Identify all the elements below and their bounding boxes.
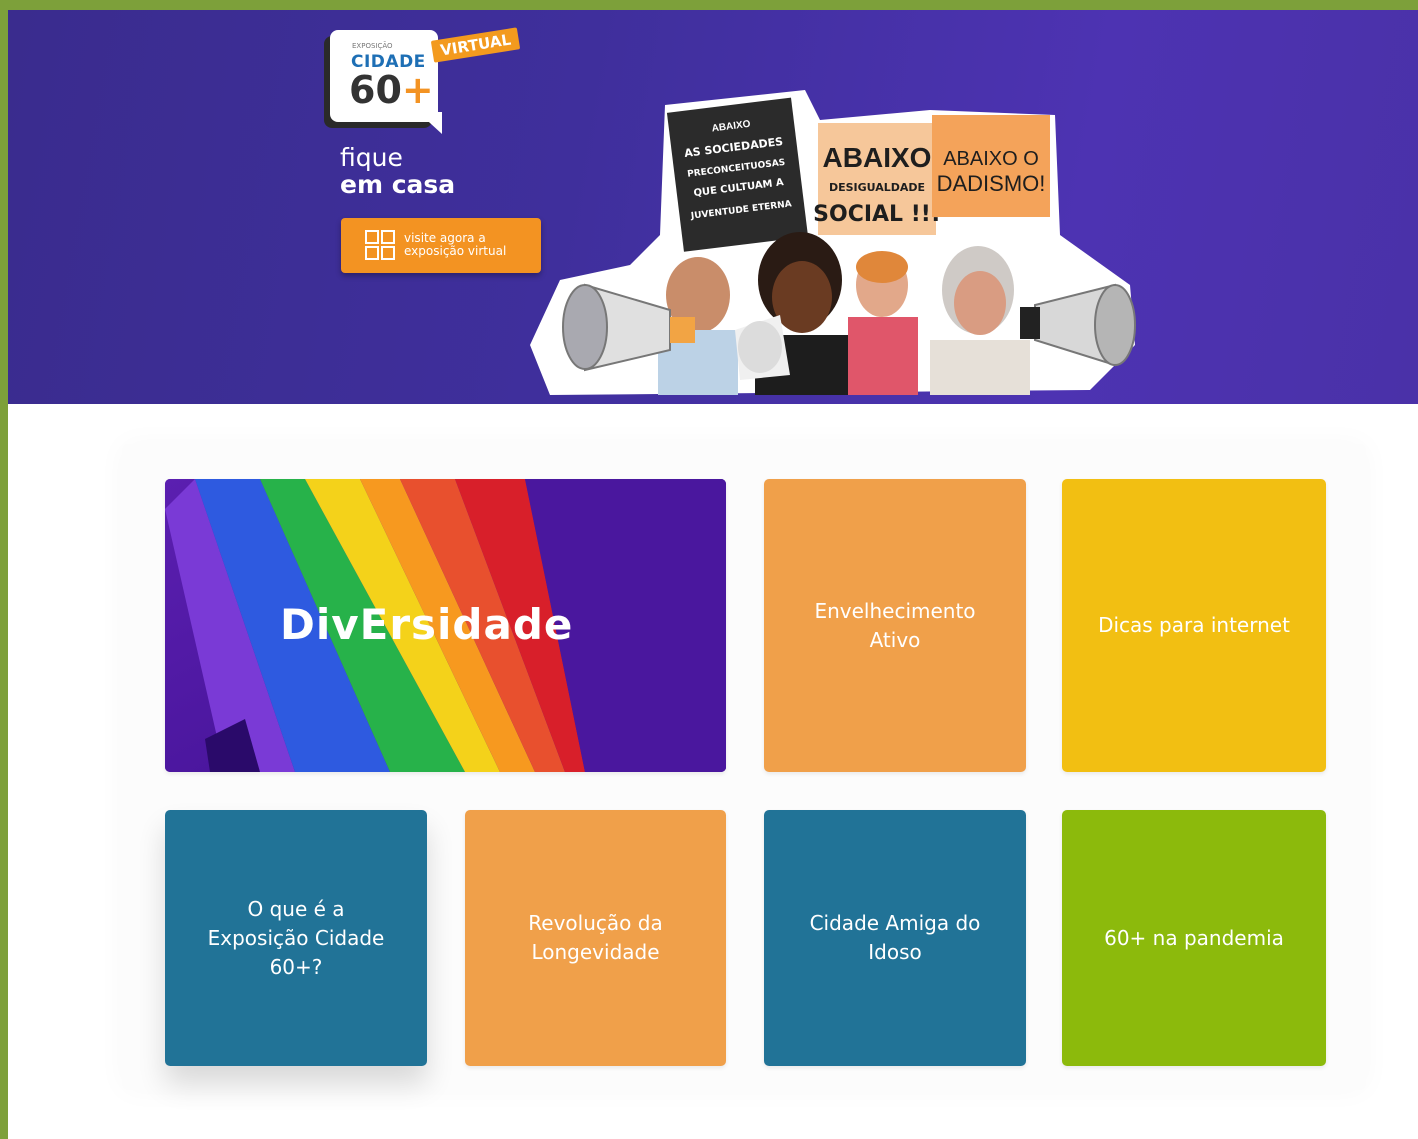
tile-envelhecimento-ativo[interactable]: Envelhecimento Ativo: [764, 479, 1026, 772]
tagline-line1: fique: [340, 143, 403, 172]
svg-text:DADISMO!: DADISMO!: [937, 171, 1046, 196]
logo-plus: +: [401, 68, 434, 112]
tile-revolucao-longevidade[interactable]: Revolução da Longevidade: [465, 810, 726, 1066]
logo-small-label: EXPOSIÇÃO: [352, 42, 393, 50]
tile-revolucao-label: Revolução da Longevidade: [528, 911, 663, 964]
diversidade-title: DivErsidade: [280, 600, 574, 649]
tile-cidade-amiga-label: Cidade Amiga do Idoso: [809, 911, 981, 964]
visit-exhibition-button[interactable]: visite agora a exposição virtual: [341, 218, 541, 273]
svg-text:ABAIXO: ABAIXO: [823, 142, 932, 173]
hero-tagline: fique em casa: [340, 144, 455, 198]
tile-envelhecimento-label: Envelhecimento Ativo: [814, 598, 976, 652]
tile-pandemia[interactable]: 60+ na pandemia: [1062, 810, 1326, 1066]
tile-o-que-e-label: O que é a Exposição Cidade 60+?: [207, 896, 385, 979]
tile-cidade-amiga[interactable]: Cidade Amiga do Idoso: [764, 810, 1026, 1066]
svg-text:SOCIAL !!!: SOCIAL !!!: [813, 202, 941, 227]
sign-peach: ABAIXO DESIGUALDADE SOCIAL !!!: [813, 123, 941, 235]
frame-left-border: [0, 0, 8, 1139]
protest-illustration: ABAIXO AS SOCIEDADES PRECONCEITUOSAS QUE…: [530, 90, 1136, 395]
tile-pandemia-label: 60+ na pandemia: [1104, 925, 1284, 950]
grid-icon: [365, 230, 395, 260]
logo-number-text: 60: [349, 68, 402, 112]
tagline-line2: em casa: [340, 170, 456, 199]
svg-text:ABAIXO O: ABAIXO O: [943, 148, 1039, 170]
tile-o-que-e[interactable]: O que é a Exposição Cidade 60+?: [165, 810, 427, 1066]
svg-text:DESIGUALDADE: DESIGUALDADE: [829, 181, 925, 194]
tile-dicas-internet[interactable]: Dicas para internet: [1062, 479, 1326, 772]
logo-number: 60+: [349, 70, 434, 110]
visit-button-label: visite agora a exposição virtual: [404, 231, 507, 258]
tile-dicas-label: Dicas para internet: [1098, 613, 1290, 637]
sign-orange: ABAIXO O DADISMO!: [932, 115, 1050, 217]
logo-speech-tail: [418, 112, 442, 134]
sign-dark: ABAIXO AS SOCIEDADES PRECONCEITUOSAS QUE…: [666, 97, 809, 252]
frame-top-border: [0, 0, 1418, 10]
